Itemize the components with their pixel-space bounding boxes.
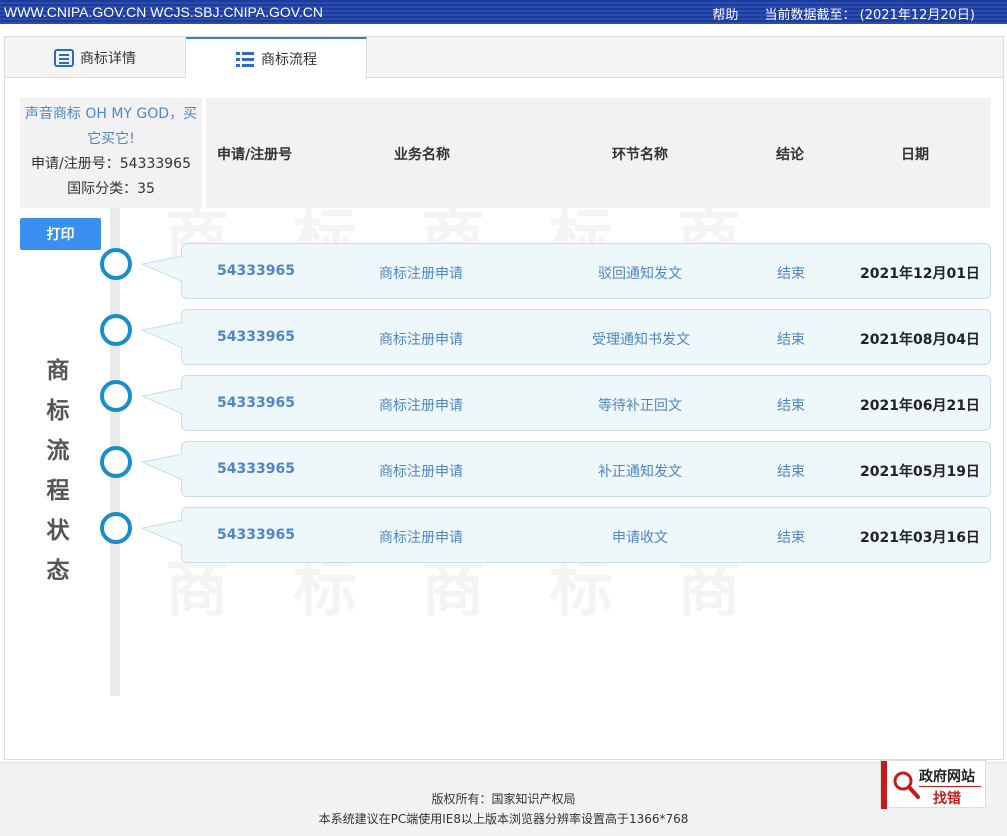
data-date: 当前数据截至： (2021年12月20日)	[764, 8, 975, 23]
timeline-node	[100, 512, 132, 544]
trademark-name: 声音商标 OH MY GOD，买它买它!	[24, 106, 198, 147]
record-stage: 受理通知书发文	[592, 332, 690, 348]
record-business: 商标注册申请	[379, 266, 463, 282]
timeline-node	[100, 380, 132, 412]
badge-title: 政府网站	[919, 769, 975, 785]
pointer-tail	[142, 454, 183, 480]
badge-divider	[919, 786, 981, 787]
pointer-tail	[142, 520, 183, 546]
pointer-tail	[142, 388, 183, 414]
record-card: 54333965 商标注册申请 申请收文 结束 2021年03月16日	[142, 507, 991, 563]
gov-site-error-report[interactable]: 政府网站 找错	[880, 760, 986, 809]
record-app-no[interactable]: 54333965	[217, 395, 295, 411]
record-date: 2021年03月16日	[860, 530, 980, 546]
tab-bar: 商标详情 商标流程	[5, 37, 1003, 79]
record-date: 2021年12月01日	[860, 266, 980, 282]
record-stage: 等待补正回文	[598, 398, 682, 414]
title-char: 态	[46, 558, 70, 584]
record-date: 2021年08月04日	[860, 332, 980, 348]
title-char: 状	[46, 518, 70, 544]
record-app-no[interactable]: 54333965	[217, 461, 295, 477]
record-result: 结束	[777, 332, 805, 348]
record-result: 结束	[777, 464, 805, 480]
pointer-tail	[142, 322, 183, 348]
browser-recommendation: 本系统建议在PC端使用IE8以上版本浏览器分辨率设置高于1366*768	[318, 812, 689, 826]
record-stage: 申请收文	[612, 530, 668, 546]
record-card: 54333965 商标注册申请 等待补正回文 结束 2021年06月21日	[142, 375, 991, 431]
header-business: 业务名称	[394, 147, 450, 163]
title-char: 程	[46, 478, 70, 504]
top-bar-right: 帮助 当前数据截至： (2021年12月20日)	[690, 4, 975, 23]
header-stage: 环节名称	[612, 147, 668, 163]
process-status-title: 商 标 流 程 状 态	[43, 351, 73, 591]
header-result: 结论	[776, 147, 804, 163]
tab-label: 商标流程	[261, 52, 317, 68]
pointer-tail	[142, 256, 183, 282]
copyright: 版权所有：国家知识产权局	[431, 792, 576, 806]
list-icon	[236, 52, 254, 67]
record-date: 2021年05月19日	[860, 464, 980, 480]
record-card: 54333965 商标注册申请 补正通知发文 结束 2021年05月19日	[142, 441, 991, 497]
print-button[interactable]: 打印	[20, 218, 101, 250]
record-stage: 补正通知发文	[598, 464, 682, 480]
title-char: 商	[46, 358, 70, 384]
timeline-node	[100, 446, 132, 478]
record-date: 2021年06月21日	[860, 398, 980, 414]
record-business: 商标注册申请	[379, 464, 463, 480]
help-link[interactable]: 帮助	[712, 8, 738, 23]
record-result: 结束	[777, 266, 805, 282]
title-char: 流	[46, 438, 70, 464]
timeline-node	[100, 314, 132, 346]
record-card: 54333965 商标注册申请 受理通知书发文 结束 2021年08月04日	[142, 309, 991, 365]
document-list-icon	[54, 48, 74, 67]
footer: 版权所有：国家知识产权局 本系统建议在PC端使用IE8以上版本浏览器分辨率设置高…	[0, 762, 1007, 836]
trademark-info: 声音商标 OH MY GOD，买它买它! 申请/注册号：54333965 国际分…	[20, 98, 202, 208]
header-app-no: 申请/注册号	[217, 147, 293, 163]
tab-trademark-process[interactable]: 商标流程	[186, 37, 367, 79]
main-frame: 商 标 商 标 商 商 标 商 标 商 商标详情 商标流程 声音商	[4, 36, 1004, 760]
badge-subtitle: 找错	[933, 791, 961, 807]
reg-number: 申请/注册号：54333965	[31, 156, 191, 172]
magnifier-icon	[893, 771, 920, 799]
record-result: 结束	[777, 398, 805, 414]
top-bar: WWW.CNIPA.GOV.CN WCJS.SBJ.CNIPA.GOV.CN 帮…	[0, 0, 1007, 24]
badge-accent-bar	[881, 761, 887, 809]
tab-trademark-details[interactable]: 商标详情	[5, 37, 186, 78]
record-app-no[interactable]: 54333965	[217, 263, 295, 279]
record-app-no[interactable]: 54333965	[217, 329, 295, 345]
header-date: 日期	[901, 147, 929, 163]
record-card: 54333965 商标注册申请 驳回通知发文 结束 2021年12月01日	[142, 243, 991, 299]
tab-label: 商标详情	[80, 50, 136, 67]
site-domains: WWW.CNIPA.GOV.CN WCJS.SBJ.CNIPA.GOV.CN	[4, 4, 323, 20]
record-result: 结束	[777, 530, 805, 546]
record-stage: 驳回通知发文	[598, 266, 682, 282]
record-business: 商标注册申请	[379, 530, 463, 546]
record-business: 商标注册申请	[379, 398, 463, 414]
timeline-node	[100, 248, 132, 280]
record-business: 商标注册申请	[379, 332, 463, 348]
intl-class: 国际分类：35	[67, 181, 155, 197]
title-char: 标	[46, 398, 70, 424]
table-header: 申请/注册号 业务名称 环节名称 结论 日期	[206, 98, 991, 208]
record-app-no[interactable]: 54333965	[217, 527, 295, 543]
